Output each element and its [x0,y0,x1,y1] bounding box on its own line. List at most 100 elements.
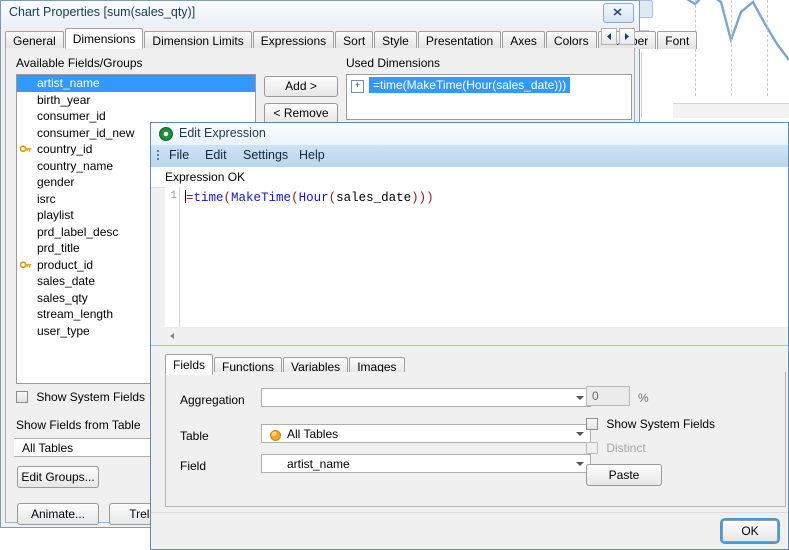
used-dimensions-label: Used Dimensions [346,56,441,70]
field-list-item-label: consumer_id_new [37,125,135,140]
table-bullet-icon [270,430,281,441]
expr-token-5: Hour [298,191,329,205]
qlikview-icon [159,127,173,141]
scroll-left-icon[interactable] [165,328,181,344]
expr-token-2: ( [223,191,232,205]
tab-scroll-left-button[interactable] [601,28,617,45]
expression-code[interactable]: =time(MakeTime(Hour(sales_date))) [185,190,434,205]
background-chart: 2 0 0 2 4 [629,0,789,118]
edit-expression-title: Edit Expression [179,126,266,140]
tab-scroll-buttons[interactable] [601,28,635,45]
expression-editor[interactable]: 1 =time(MakeTime(Hour(sales_date))) [165,187,788,327]
tab-expressions[interactable]: Expressions [252,31,335,49]
field-list-item-label: gender [37,175,75,189]
field-list-item-label: isrc [37,191,56,206]
tab-style[interactable]: Style [374,31,417,49]
table-filter-combo[interactable]: All Tables [14,438,158,457]
show-fields-from-table-label: Show Fields from Table [16,418,141,432]
distinct-label: Distinct [606,441,646,455]
chart-properties-title: Chart Properties [sum(sales_qty)] [9,5,196,19]
edit-expression-dialog: Edit Expression File Edit Settings Help … [150,122,789,550]
edit-expression-menubar[interactable]: File Edit Settings Help [151,145,788,167]
used-dimension-label[interactable]: =time(MakeTime(Hour(sales_date))) [369,77,571,93]
editor-horizontal-scrollbar[interactable] [165,327,788,344]
show-system-fields-checkbox[interactable] [586,418,598,430]
field-list-item-label: stream_length [37,307,114,321]
percent-value: 0 [592,389,599,403]
show-system-fields-label: Show System Fields [36,390,146,404]
used-dimensions-list[interactable]: + =time(MakeTime(Hour(sales_date))) [346,74,632,120]
used-dimension-row[interactable]: + =time(MakeTime(Hour(sales_date))) [347,77,631,94]
chart-bottom-bar [673,103,789,118]
tab-fields[interactable]: Fields [165,354,214,375]
tab-colors[interactable]: Colors [545,31,597,49]
remove-dimension-button[interactable]: < Remove [264,103,338,124]
tab-dimensions[interactable]: Dimensions [64,28,144,49]
fields-panel: Aggregation Table All Tables Field artis… [165,372,786,507]
close-glyph [613,8,622,16]
editor-separator [151,345,788,346]
expr-token-3: MakeTime [231,191,292,205]
expr-token-4: ( [291,191,299,205]
dialog-button-bar: OK [151,512,788,549]
expr-show-system-fields-row[interactable]: Show System Fields [586,417,715,431]
menu-edit[interactable]: Edit [205,148,227,162]
chart-properties-tabs[interactable]: General Dimensions Dimension Limits Expr… [5,28,698,49]
field-list-item[interactable]: birth_year [17,92,255,109]
field-list-item-label: product_id [37,257,94,272]
add-dimension-button[interactable]: Add > [264,76,338,97]
field-list-item-label: playlist [37,208,74,222]
expr-token-6: ( [328,191,337,205]
show-system-fields-label: Show System Fields [606,417,716,431]
key-icon [20,145,32,153]
tab-presentation[interactable]: Presentation [417,31,502,49]
field-list-item-label: artist_name [37,76,100,90]
distinct-checkbox [586,442,598,454]
paste-button[interactable]: Paste [586,464,662,486]
aggregation-combo[interactable] [261,388,591,407]
menu-help[interactable]: Help [299,148,325,162]
percent-symbol: % [638,391,649,405]
field-list-item-label: consumer_id [37,109,106,123]
edit-expression-titlebar: Edit Expression [151,123,788,145]
field-list-item-label: country_name [37,158,114,173]
field-list-item-label: birth_year [37,92,91,107]
tab-scroll-right-button[interactable] [619,28,635,45]
menu-file[interactable]: File [169,148,189,162]
expr-token-7: sales_date [336,191,412,205]
expr-token-1: time [193,191,224,205]
chevron-down-icon [576,462,584,466]
tab-dimension-limits[interactable]: Dimension Limits [144,31,252,49]
chevron-down-icon [576,432,584,436]
key-icon [20,260,32,268]
field-list-item-label: prd_label_desc [37,224,119,239]
show-system-fields-row[interactable]: Show System Fields [16,390,145,404]
expand-icon[interactable]: + [351,80,364,93]
tab-sort[interactable]: Sort [335,31,374,49]
gridline-v-1 [731,0,732,96]
field-list-item-label: user_type [37,323,90,338]
field-list-item[interactable]: artist_name [17,75,255,92]
tab-general[interactable]: General [5,31,64,49]
field-combo[interactable]: artist_name [261,454,591,473]
edit-groups-button[interactable]: Edit Groups... [17,466,99,488]
show-system-fields-checkbox[interactable] [16,391,28,403]
menu-grip-icon [157,150,159,162]
field-list-item-label: prd_title [37,241,80,255]
menu-settings[interactable]: Settings [243,148,288,162]
table-combo[interactable]: All Tables [261,424,591,443]
ok-button[interactable]: OK [720,518,780,544]
chevron-right-icon [625,33,629,40]
animate-button[interactable]: Animate... [17,503,99,525]
line-number: 1 [170,190,177,202]
close-icon[interactable] [603,3,634,23]
field-value: artist_name [287,457,350,471]
tab-axes[interactable]: Axes [502,31,545,49]
percent-input[interactable]: 0 [586,386,630,406]
gridline-v-2 [767,0,768,96]
field-list-item-label: country_id [37,142,93,156]
expr-token-0: = [186,191,194,205]
expression-status-text: Expression OK [165,170,246,184]
tab-font[interactable]: Font [657,31,698,49]
chevron-down-icon [576,396,584,400]
